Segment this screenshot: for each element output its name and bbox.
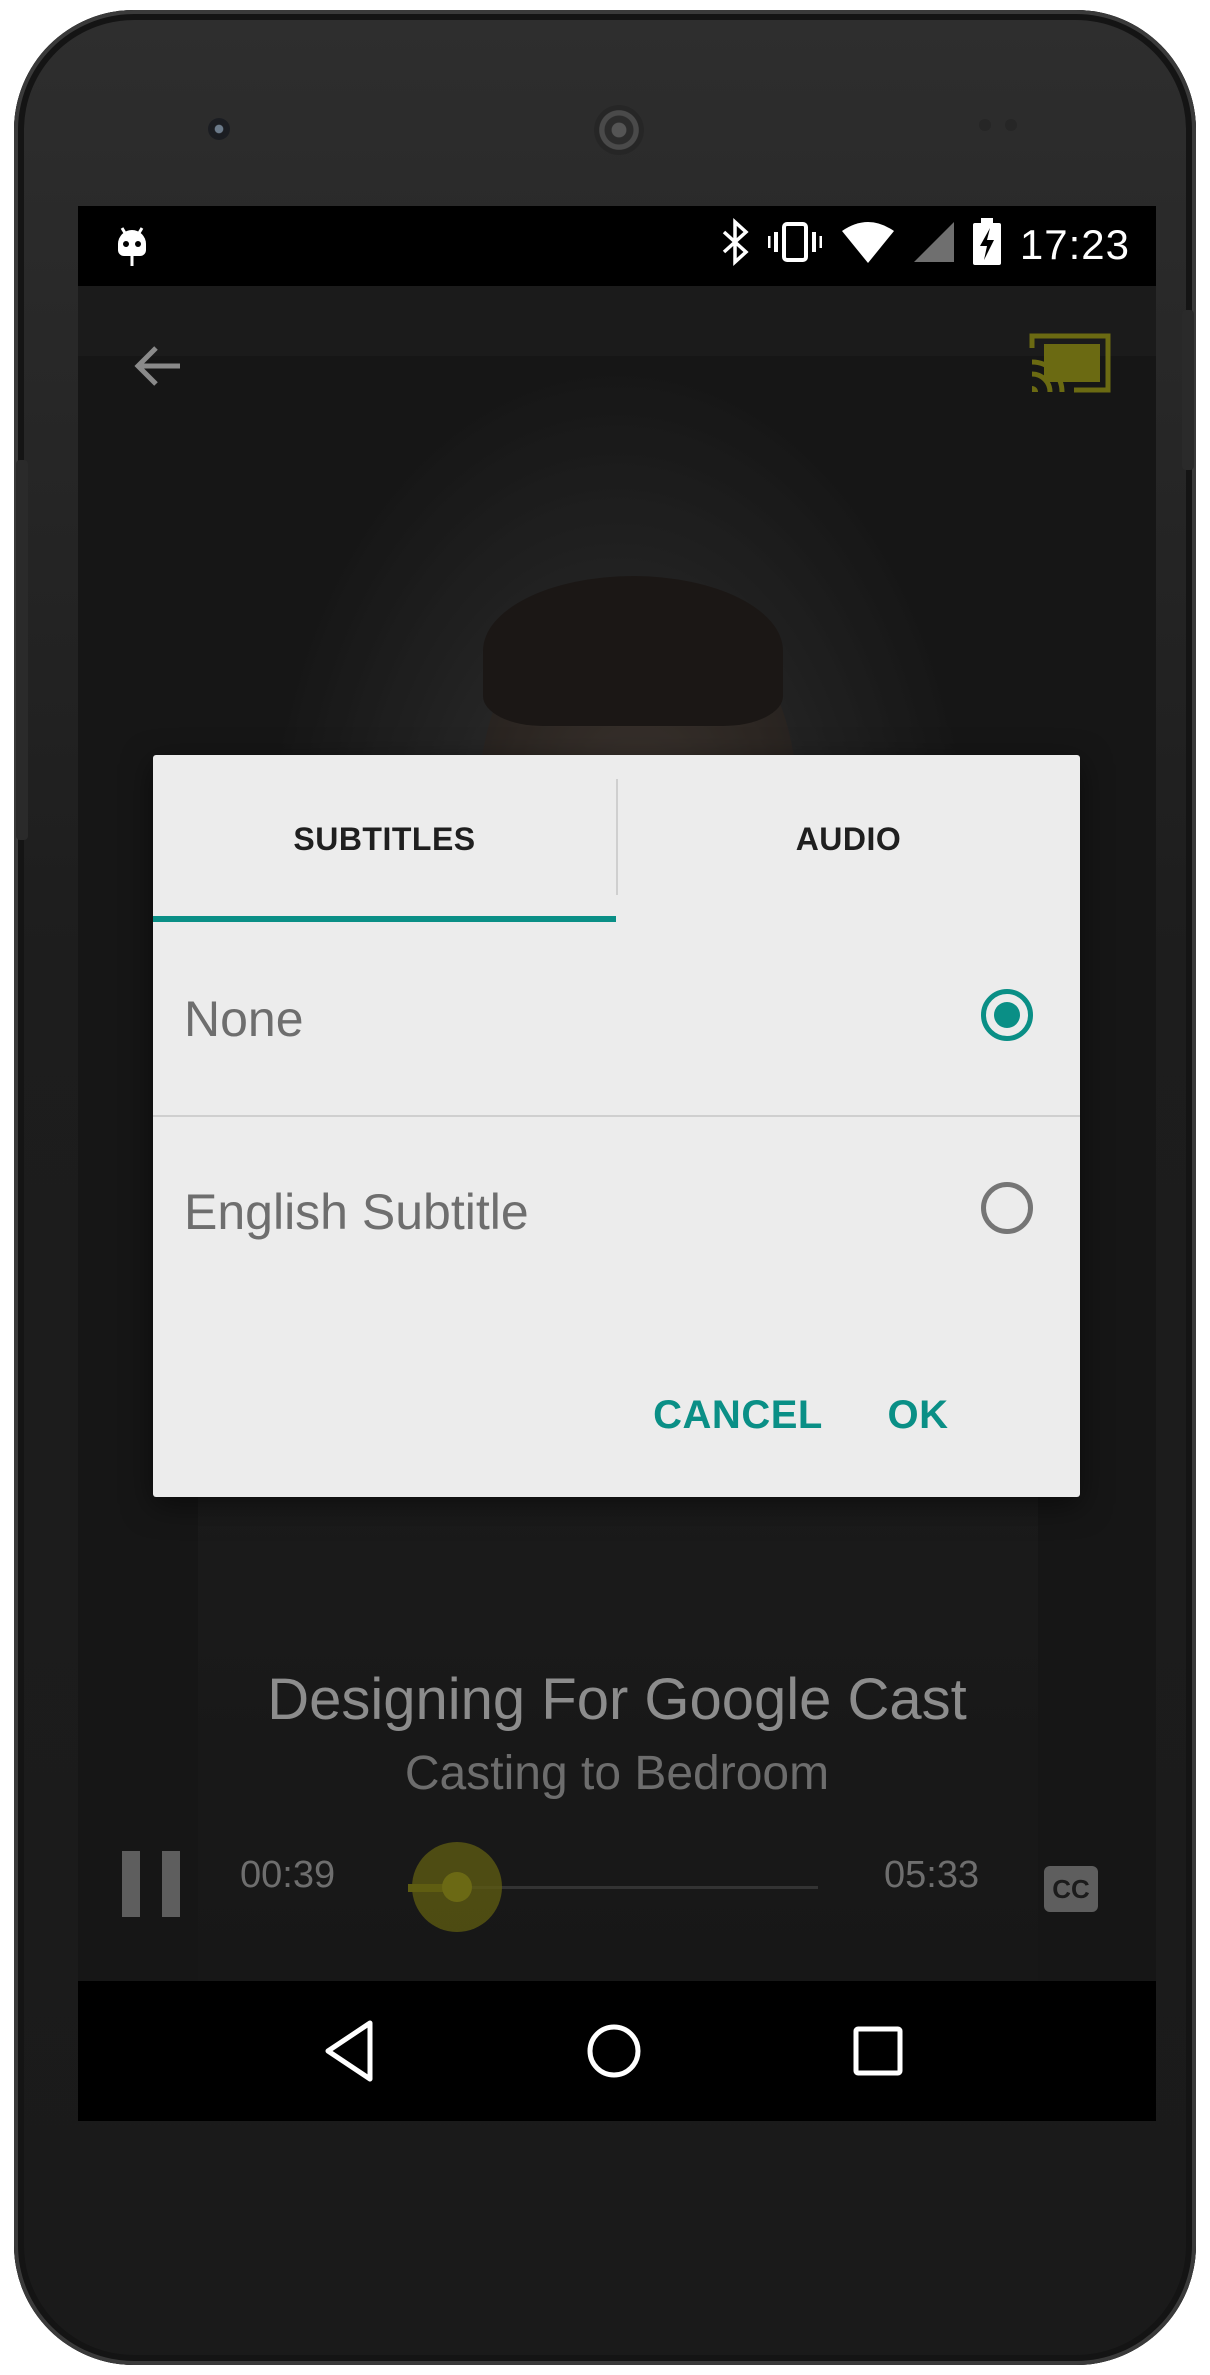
app-bar bbox=[78, 286, 1156, 436]
media-title: Designing For Google Cast bbox=[267, 1667, 967, 1732]
tab-subtitles[interactable]: SUBTITLES bbox=[153, 755, 616, 923]
elapsed-time: 00:39 bbox=[240, 1854, 336, 1896]
seek-thumb[interactable] bbox=[442, 1872, 472, 1902]
nav-home-icon[interactable] bbox=[578, 2015, 650, 2087]
proximity-sensors bbox=[979, 118, 1039, 132]
option-label: None bbox=[184, 991, 304, 1047]
tab-audio[interactable]: AUDIO bbox=[617, 755, 1080, 923]
wifi-icon bbox=[840, 221, 896, 268]
cell-signal-icon bbox=[913, 222, 954, 267]
status-time: 17:23 bbox=[1019, 220, 1130, 268]
back-arrow-icon[interactable] bbox=[128, 336, 188, 396]
bluetooth-icon bbox=[720, 218, 750, 271]
phone-frame: 17:23 SUBTITLES AUDIO None English Subti… bbox=[14, 10, 1196, 2365]
playback-controls: 00:39 05:33 CC bbox=[78, 1826, 1156, 1936]
tracks-dialog: SUBTITLES AUDIO None English Subtitle CA… bbox=[153, 755, 1080, 1497]
battery-charging-icon bbox=[972, 218, 1002, 271]
vibrate-icon bbox=[767, 220, 823, 269]
front-camera bbox=[208, 118, 230, 140]
ok-button[interactable]: OK bbox=[863, 1375, 973, 1455]
dialog-actions: CANCEL OK bbox=[153, 1365, 1080, 1465]
total-time: 05:33 bbox=[884, 1854, 980, 1896]
pause-icon[interactable] bbox=[122, 1851, 182, 1917]
nav-recents-icon[interactable] bbox=[842, 2015, 914, 2087]
screen: 17:23 SUBTITLES AUDIO None English Subti… bbox=[78, 206, 1156, 2121]
dialog-tabs: SUBTITLES AUDIO bbox=[153, 755, 1080, 923]
option-english-subtitle[interactable]: English Subtitle bbox=[153, 1116, 1080, 1308]
power-button bbox=[1182, 310, 1194, 470]
radio-button-unchecked[interactable] bbox=[981, 1182, 1033, 1234]
volume-rocker bbox=[16, 460, 28, 840]
navigation-bar bbox=[78, 1981, 1156, 2121]
cast-status-text: Casting to Bedroom bbox=[404, 1747, 830, 1800]
option-none[interactable]: None bbox=[153, 923, 1080, 1115]
radio-button-checked[interactable] bbox=[981, 989, 1033, 1041]
cast-connected-icon[interactable] bbox=[1028, 330, 1112, 400]
seek-bar[interactable] bbox=[408, 1842, 818, 1932]
android-debug-icon bbox=[114, 222, 150, 273]
cancel-button[interactable]: CANCEL bbox=[643, 1375, 833, 1455]
closed-captions-icon[interactable]: CC bbox=[1044, 1866, 1098, 1912]
status-bar: 17:23 bbox=[78, 206, 1156, 286]
tab-indicator bbox=[153, 916, 616, 922]
nav-back-icon[interactable] bbox=[314, 2015, 386, 2087]
earpiece-speaker bbox=[594, 105, 644, 155]
option-label: English Subtitle bbox=[184, 1184, 529, 1240]
